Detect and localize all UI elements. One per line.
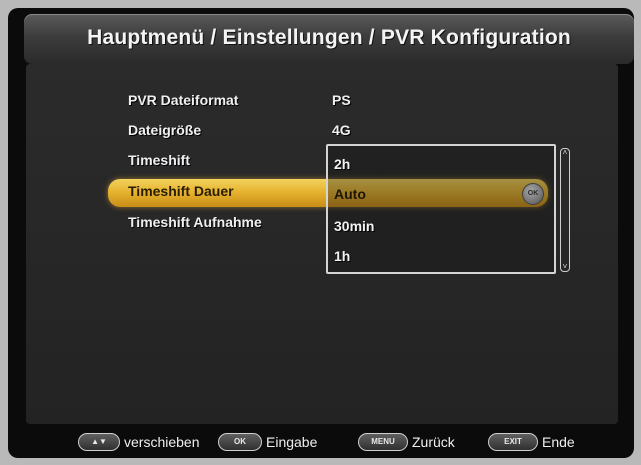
setting-label: Dateigröße: [128, 122, 202, 138]
dropdown-option-auto[interactable]: Auto: [334, 186, 366, 202]
dropdown-option-1h[interactable]: 1h: [334, 248, 350, 264]
title-bar: Hauptmenü / Einstellungen / PVR Konfigur…: [24, 14, 634, 64]
arrow-keys-icon: ▲▼: [78, 433, 120, 451]
scroll-up-icon[interactable]: ˄: [561, 149, 569, 157]
scroll-down-icon[interactable]: ˅: [561, 263, 569, 271]
hint-back-label: Zurück: [412, 434, 455, 450]
footer-hints: ▲▼ verschieben OK Eingabe MENU Zurück EX…: [8, 426, 634, 458]
setting-value: PS: [332, 92, 351, 108]
hint-enter-label: Eingabe: [266, 434, 318, 450]
dropdown-scrollbar[interactable]: ˄ ˅: [560, 148, 570, 272]
hint-exit-label: Ende: [542, 434, 575, 450]
dropdown-option-2h[interactable]: 2h: [334, 156, 350, 172]
exit-key-icon: EXIT: [488, 433, 538, 451]
dropdown-option-30min[interactable]: 30min: [334, 218, 374, 234]
menu-key-icon: MENU: [358, 433, 408, 451]
settings-panel: PVR Dateiformat PS Dateigröße 4G Timeshi…: [26, 64, 618, 424]
hint-move-label: verschieben: [124, 434, 200, 450]
page-title: Hauptmenü / Einstellungen / PVR Konfigur…: [87, 26, 571, 49]
setting-label: PVR Dateiformat: [128, 92, 239, 108]
setting-label: Timeshift: [128, 152, 190, 168]
tv-screen: Hauptmenü / Einstellungen / PVR Konfigur…: [8, 8, 634, 458]
setting-value: 4G: [332, 122, 351, 138]
setting-label: Timeshift Dauer: [128, 183, 234, 199]
setting-row-file-size[interactable]: Dateigröße 4G: [26, 118, 618, 144]
options-dropdown[interactable]: 2h Auto 30min 1h: [326, 144, 556, 274]
ok-key-icon: OK: [218, 433, 262, 451]
setting-label: Timeshift Aufnahme: [128, 214, 262, 230]
setting-row-pvr-file-format[interactable]: PVR Dateiformat PS: [26, 88, 618, 114]
